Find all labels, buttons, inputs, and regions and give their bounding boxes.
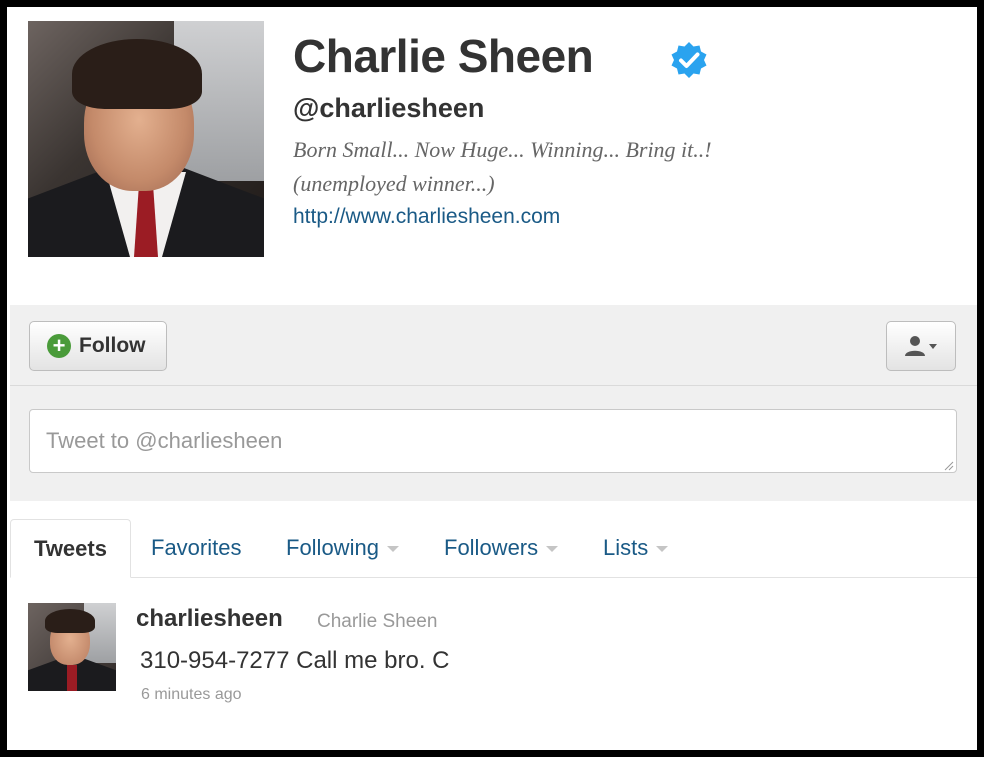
- tab-label: Lists: [603, 535, 649, 560]
- follow-button[interactable]: + Follow: [29, 321, 167, 371]
- profile-page: Charlie Sheen @charliesheen Born Small..…: [7, 7, 977, 750]
- avatar-tie: [67, 665, 77, 691]
- profile-bio: Born Small... Now Huge... Winning... Bri…: [293, 133, 893, 201]
- action-panel: + Follow: [10, 305, 977, 501]
- verified-badge-icon: [671, 42, 707, 78]
- tab-lists[interactable]: Lists: [603, 519, 669, 577]
- tweet-to-input[interactable]: [29, 409, 957, 473]
- tweet-text: 310-954-7277 Call me bro. C: [140, 647, 450, 674]
- profile-bio-line: (unemployed winner...): [293, 171, 495, 196]
- tab-following[interactable]: Following: [286, 519, 399, 577]
- tab-followers[interactable]: Followers: [444, 519, 559, 577]
- tweet-timestamp[interactable]: 6 minutes ago: [141, 686, 242, 704]
- avatar-hair: [72, 39, 202, 109]
- person-dropdown-icon: [905, 336, 937, 356]
- tab-label: Favorites: [151, 535, 242, 560]
- follow-label: Follow: [79, 334, 146, 357]
- tweet-screen-name[interactable]: charliesheen: [136, 605, 283, 633]
- avatar-hair: [45, 609, 95, 633]
- tab-favorites[interactable]: Favorites: [151, 519, 241, 577]
- plus-icon: +: [47, 334, 71, 358]
- caret-down-icon: [546, 546, 559, 552]
- resize-grip-icon[interactable]: [944, 461, 954, 471]
- tweet-avatar[interactable]: [28, 603, 116, 691]
- profile-name: Charlie Sheen: [293, 30, 594, 82]
- profile-bio-line: Born Small... Now Huge... Winning... Bri…: [293, 137, 712, 162]
- tab-label: Following: [286, 535, 379, 560]
- panel-divider: [10, 385, 977, 386]
- profile-avatar[interactable]: [28, 21, 264, 257]
- tweet-full-name: Charlie Sheen: [317, 611, 438, 632]
- profile-tabs: Tweets Favorites Following Followers Lis…: [10, 519, 977, 578]
- tab-label: Followers: [444, 535, 539, 560]
- tab-label: Tweets: [34, 535, 107, 561]
- user-actions-menu-button[interactable]: [886, 321, 956, 371]
- caret-down-icon: [656, 546, 669, 552]
- profile-handle: @charliesheen: [293, 93, 485, 123]
- profile-website-link[interactable]: http://www.charliesheen.com: [293, 205, 560, 229]
- caret-down-icon: [386, 546, 399, 552]
- tweet-item: charliesheen Charlie Sheen 310-954-7277 …: [28, 603, 958, 713]
- tab-tweets[interactable]: Tweets: [10, 519, 131, 578]
